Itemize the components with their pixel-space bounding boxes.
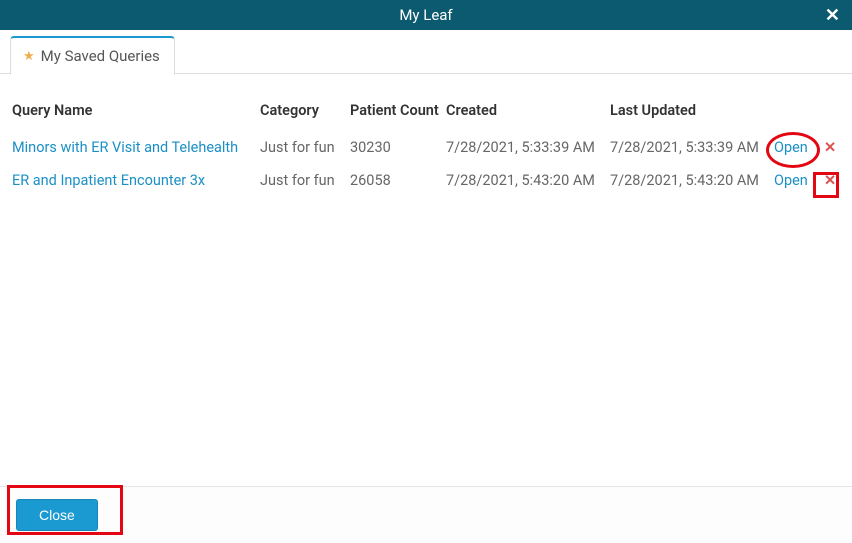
cell-last-updated: 7/28/2021, 5:33:39 AM [610,131,774,164]
close-button[interactable]: Close [16,499,98,531]
cell-last-updated: 7/28/2021, 5:43:20 AM [610,164,774,197]
delete-row-icon[interactable]: ✕ [820,139,836,156]
table-row: Minors with ER Visit and Telehealth Just… [12,131,840,164]
table-row: ER and Inpatient Encounter 3x Just for f… [12,164,840,197]
col-patient-count: Patient Count [350,94,446,131]
cell-category: Just for fun [260,164,350,197]
tab-my-saved-queries[interactable]: ★ My Saved Queries [10,36,175,75]
titlebar: My Leaf ✕ [0,0,852,30]
cell-category: Just for fun [260,131,350,164]
table-header-row: Query Name Category Patient Count Create… [12,94,840,131]
col-created: Created [446,94,610,131]
titlebar-close-icon[interactable]: ✕ [825,0,840,30]
cell-patient-count: 30230 [350,131,446,164]
titlebar-title: My Leaf [399,6,452,24]
col-last-updated: Last Updated [610,94,774,131]
saved-queries-table: Query Name Category Patient Count Create… [12,94,840,197]
saved-queries-table-wrap: Query Name Category Patient Count Create… [0,74,852,197]
cell-created: 7/28/2021, 5:33:39 AM [446,131,610,164]
col-category: Category [260,94,350,131]
query-name-link[interactable]: ER and Inpatient Encounter 3x [12,172,205,189]
tabstrip: ★ My Saved Queries [0,30,852,74]
col-query-name: Query Name [12,94,260,131]
cell-created: 7/28/2021, 5:43:20 AM [446,164,610,197]
tab-label: My Saved Queries [41,47,160,65]
open-link[interactable]: Open [774,139,808,156]
query-name-link[interactable]: Minors with ER Visit and Telehealth [12,139,238,156]
delete-row-icon[interactable]: ✕ [820,172,836,189]
dialog-footer: Close [0,486,852,543]
open-link[interactable]: Open [774,172,808,189]
star-icon: ★ [23,49,35,64]
cell-patient-count: 26058 [350,164,446,197]
